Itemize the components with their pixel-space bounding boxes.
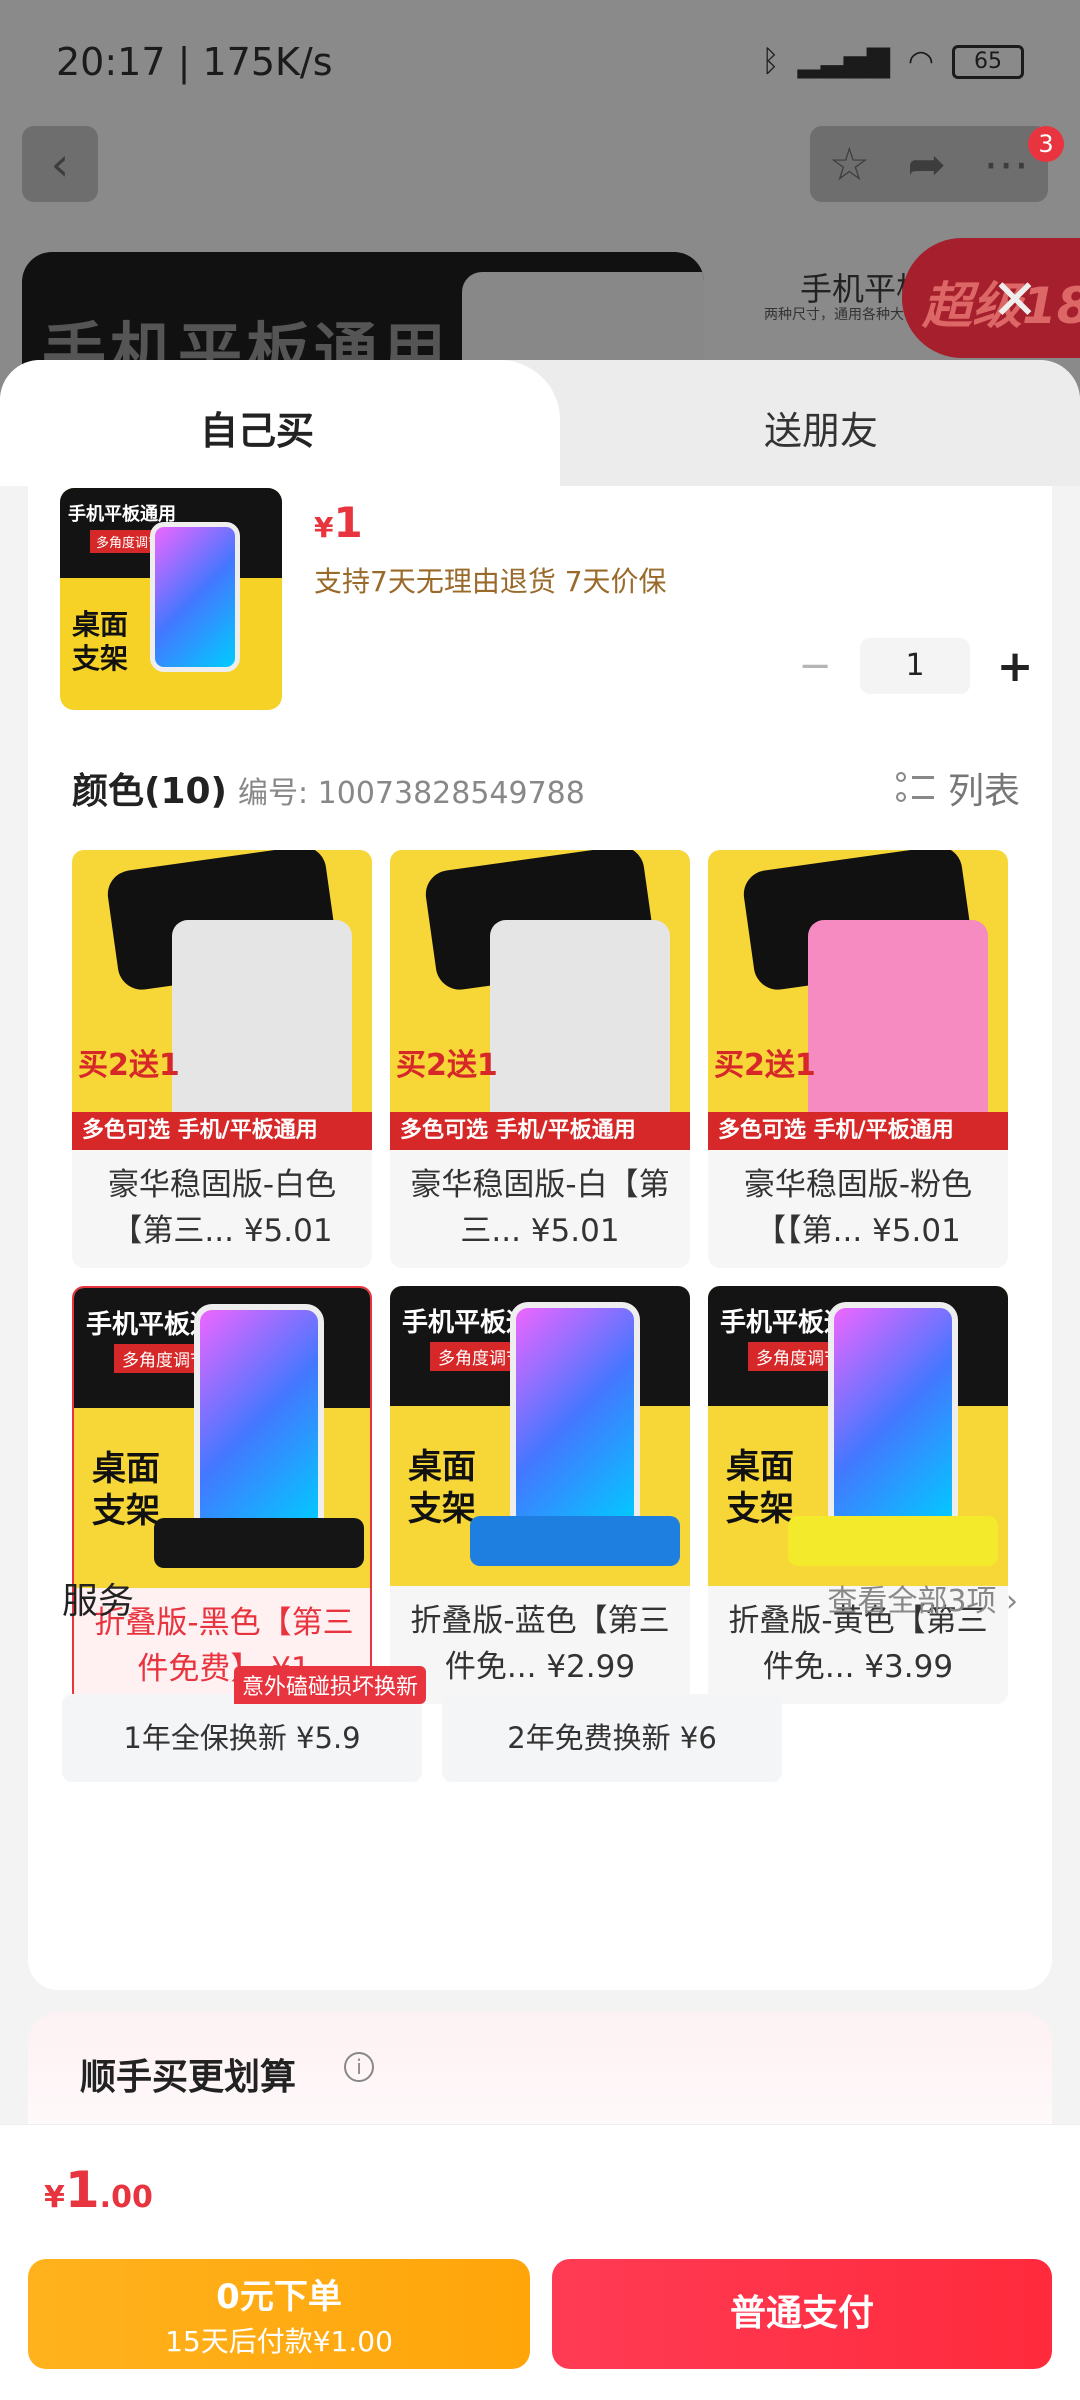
variant-phone: [194, 1304, 324, 1534]
tab-gift-friend[interactable]: 送朋友: [764, 400, 878, 455]
variant-label: 豪华稳固版-粉色【【第... ¥5.01: [743, 1167, 973, 1249]
sku-card: 手机平板通用 多角度调节 桌面支架 ¥1 支持7天无理由退货 7天价保 − 1 …: [28, 486, 1052, 1990]
thumb-caption: 桌面支架: [72, 608, 129, 675]
more-badge: 3: [1028, 126, 1064, 162]
decrease-button[interactable]: −: [788, 643, 842, 689]
upsell-title: 顺手买更划算: [80, 2057, 297, 2098]
variant-label: 折叠版-蓝色【第三件免... ¥2.99: [410, 1603, 670, 1685]
quantity-stepper: − 1 +: [788, 636, 1042, 696]
signal-icon: ▂▃▅▇: [797, 44, 890, 79]
product-code: 编号: 10073828549788: [238, 776, 585, 811]
variant-card-3[interactable]: 手机平板通用 多角度调节 桌面支架 折叠版-黑色【第三件免费】 ¥1: [72, 1286, 372, 1704]
variant-image: 买2送1 多色可选 手机/平板通用: [72, 850, 372, 1150]
total-price: ¥1.00: [44, 2161, 153, 2219]
variant-card-4[interactable]: 手机平板通用 多角度调节 桌面支架 折叠版-蓝色【第三件免... ¥2.99: [390, 1286, 690, 1704]
tab-bar: 自己买 送朋友: [0, 360, 1080, 486]
product-thumbnail[interactable]: 手机平板通用 多角度调节 桌面支架: [60, 488, 282, 710]
top-actions: ☆ ➦ ⋯: [810, 126, 1048, 202]
view-all-services-link[interactable]: 查看全部3项 ›: [827, 1576, 1018, 1620]
color-section-title: 颜色(10): [72, 771, 228, 812]
star-icon[interactable]: ☆: [829, 137, 870, 191]
tab-buy-for-self[interactable]: 自己买: [200, 400, 314, 455]
variant-banner: 多色可选 手机/平板通用: [390, 1112, 690, 1150]
variant-banner: 多色可选 手机/平板通用: [72, 1112, 372, 1150]
variant-banner: 多色可选 手机/平板通用: [708, 1112, 1008, 1150]
wifi-icon: ◠: [907, 44, 934, 79]
variant-stand: [788, 1516, 998, 1566]
service-option-2yr[interactable]: 2年免费换新 ¥6: [442, 1694, 782, 1782]
variant-card-5[interactable]: 手机平板通用 多角度调节 桌面支架 折叠版-黄色【第三件免... ¥3.99: [708, 1286, 1008, 1704]
more-icon[interactable]: ⋯: [983, 137, 1029, 191]
battery-icon: 65: [952, 44, 1024, 79]
increase-button[interactable]: +: [988, 641, 1042, 692]
bluetooth-icon: ᛒ: [761, 44, 780, 79]
variant-stand: [470, 1516, 680, 1566]
background-page: 20:17 | 175K/s ᛒ ▂▃▅▇ ◠ 65 ‹ ☆ ➦ ⋯ 3 手机平…: [0, 0, 1080, 422]
status-time: 20:17 | 175K/s: [56, 40, 333, 84]
quantity-field[interactable]: 1: [860, 638, 970, 694]
pay-later-button[interactable]: 0元下单 15天后付款¥1.00: [28, 2259, 530, 2369]
variant-image: 买2送1 多色可选 手机/平板通用: [708, 850, 1008, 1150]
back-button[interactable]: ‹: [22, 126, 98, 202]
product-price: ¥1: [314, 498, 363, 547]
variant-card-0[interactable]: 买2送1 多色可选 手机/平板通用 豪华稳固版-白色【第三... ¥5.01: [72, 850, 372, 1268]
total-integer: 1: [64, 2161, 100, 2219]
services-title: 服务: [62, 1581, 135, 1622]
pay-later-subtitle: 15天后付款¥1.00: [165, 2325, 393, 2358]
variant-card-1[interactable]: 买2送1 多色可选 手机/平板通用 豪华稳固版-白【第三... ¥5.01: [390, 850, 690, 1268]
variant-caption: 桌面支架: [726, 1447, 794, 1529]
variant-promo: 买2送1: [78, 1048, 180, 1083]
status-icons: ᛒ ▂▃▅▇ ◠ 65: [762, 44, 1024, 79]
variant-stand: [172, 920, 352, 1130]
variant-phone: [828, 1302, 958, 1532]
variant-stand: [808, 920, 988, 1130]
price-symbol: ¥: [314, 511, 334, 544]
battery-level: 65: [974, 48, 1002, 74]
total-symbol: ¥: [44, 2180, 65, 2215]
normal-pay-button[interactable]: 普通支付: [552, 2259, 1052, 2369]
close-icon[interactable]: ✕: [990, 273, 1040, 329]
variant-card-2[interactable]: 买2送1 多色可选 手机/平板通用 豪华稳固版-粉色【【第... ¥5.01: [708, 850, 1008, 1268]
total-decimal: .00: [99, 2180, 153, 2215]
variant-image: 手机平板通用 多角度调节 桌面支架: [74, 1288, 370, 1588]
variant-image: 手机平板通用 多角度调节 桌面支架: [390, 1286, 690, 1586]
variant-promo: 买2送1: [396, 1048, 498, 1083]
list-icon: [895, 770, 934, 806]
thumb-phone: [150, 522, 240, 672]
status-bar: 20:17 | 175K/s ᛒ ▂▃▅▇ ◠ 65: [0, 0, 1080, 120]
price-value: 1: [333, 498, 363, 547]
service-tag-badge: 意外磕碰损坏换新: [234, 1666, 427, 1704]
variant-image: 买2送1 多色可选 手机/平板通用: [390, 850, 690, 1150]
service-promise: 支持7天无理由退货 7天价保: [314, 565, 667, 598]
purchase-sheet: 自己买 送朋友 手机平板通用 多角度调节 桌面支架 ¥1 支持7天无理由退货 7…: [0, 360, 1080, 2400]
pay-later-title: 0元下单: [216, 2277, 342, 2317]
variant-caption: 桌面支架: [408, 1447, 476, 1529]
service-option-1yr[interactable]: 1年全保换新 ¥5.9: [62, 1694, 422, 1782]
checkout-bar: ¥1.00 0元下单 15天后付款¥1.00 普通支付: [0, 2124, 1080, 2400]
list-view-toggle[interactable]: 列表: [895, 762, 1020, 814]
variant-promo: 买2送1: [714, 1048, 816, 1083]
variant-stand: [490, 920, 670, 1130]
share-icon[interactable]: ➦: [907, 137, 946, 191]
info-icon[interactable]: i: [344, 2052, 374, 2082]
variant-phone: [510, 1302, 640, 1532]
variant-stand: [154, 1518, 364, 1568]
hero-right-subtitle: 两种尺寸，通用各种大: [764, 307, 904, 323]
variant-caption: 桌面支架: [92, 1449, 160, 1531]
list-view-label: 列表: [947, 771, 1020, 812]
chevron-left-icon: ‹: [50, 137, 70, 191]
variant-label: 豪华稳固版-白色【第三... ¥5.01: [107, 1167, 337, 1249]
variant-image: 手机平板通用 多角度调节 桌面支架: [708, 1286, 1008, 1586]
variant-label: 豪华稳固版-白【第三... ¥5.01: [410, 1167, 670, 1249]
